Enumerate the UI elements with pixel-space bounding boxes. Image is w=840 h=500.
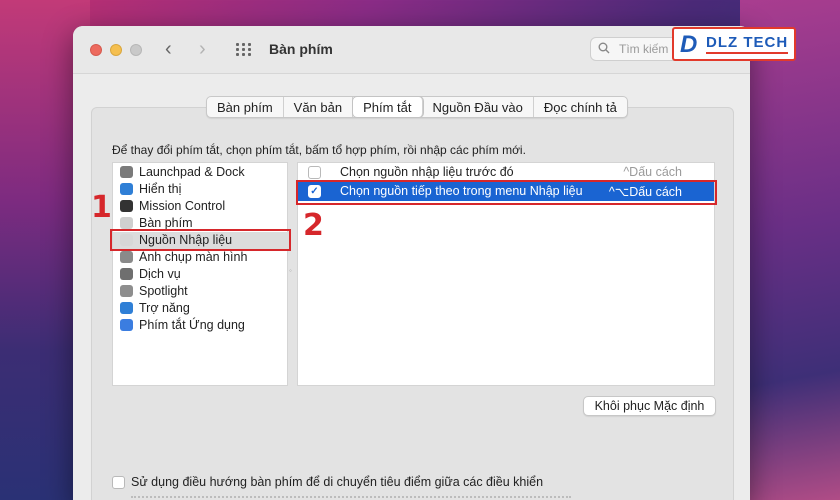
zoom-button[interactable] [130,44,142,56]
step-marker-1: 1 [91,190,112,225]
forward-chevron-icon[interactable]: › [199,39,206,59]
category-item[interactable]: Dịch vụ [113,266,289,283]
spotlight-icon [120,285,133,297]
shortcut-label: Chọn nguồn nhập liệu trước đó [340,165,514,179]
logo-underline [706,52,788,54]
keyboard-navigation-checkbox[interactable] [112,476,125,489]
category-label: Mission Control [139,199,226,213]
category-item[interactable]: Trợ năng [113,300,289,317]
minimize-button[interactable] [110,44,122,56]
screenshot-icon [120,251,133,263]
search-placeholder: Tìm kiếm [619,42,669,56]
category-item[interactable]: Phím tắt Ứng dụng [113,317,289,334]
close-button[interactable] [90,44,102,56]
logo-letter: D [680,31,698,58]
back-chevron-icon[interactable]: ‹ [165,39,172,59]
category-label: Phím tắt Ứng dụng [139,318,245,332]
tab-3[interactable]: Nguồn Đầu vào [423,97,534,117]
split-handle[interactable]: ◦ [289,266,292,275]
display-icon [120,183,133,195]
category-label: Dịch vụ [139,267,181,281]
category-label: Hiển thị [139,182,182,196]
tab-2[interactable]: Phím tắt [353,97,423,117]
category-label: Spotlight [139,284,188,298]
category-item[interactable]: Hiển thị [113,181,289,198]
category-label: Trợ năng [139,301,190,315]
restore-defaults-button[interactable]: Khôi phục Mặc định [583,396,716,416]
category-label: Ảnh chụp màn hình [139,250,248,264]
tab-bar: Bàn phím Văn bản Phím tắt Nguồn Đầu vào Đọc … [206,96,628,118]
step-marker-2: 2 [303,208,324,243]
tab-4[interactable]: Đọc chính tả [534,97,627,117]
category-item[interactable]: Spotlight [113,283,289,300]
category-label: Launchpad & Dock [139,165,245,179]
instruction-text: Để thay đổi phím tắt, chọn phím tắt, bấm… [112,143,526,157]
logo-text: DLZ TECH [706,34,789,51]
shortcut-checkbox[interactable] [308,166,321,179]
titlebar: ‹ › Bàn phím Tìm kiếm [73,26,750,74]
highlight-box-category [110,229,291,251]
shortcut-keys[interactable]: ^Dấu cách [623,165,682,179]
highlight-box-shortcut [296,180,717,205]
tab-1[interactable]: Văn bản [284,97,354,117]
category-label: Bàn phím [139,216,193,230]
truncated-text-line [131,496,571,500]
preferences-window: ‹ › Bàn phím Tìm kiếm Bàn phím Văn bản Phí… [73,26,750,500]
launchpad-icon [120,166,133,178]
wallpaper-right [740,0,840,500]
show-all-grid-icon[interactable] [236,43,253,57]
category-item[interactable]: Mission Control [113,198,289,215]
category-list: Launchpad & Dock Hiển thị Mission Control B… [112,162,289,386]
watermark-logo: D DLZ TECH [672,27,796,61]
category-item[interactable]: Launchpad & Dock [113,164,289,181]
app-shortcuts-icon [120,319,133,331]
services-icon [120,268,133,280]
window-title: Bàn phím [269,41,333,57]
tab-0[interactable]: Bàn phím [207,97,284,117]
keyboard-navigation-label: Sử dụng điều hướng bàn phím để di chuyển… [131,475,544,489]
search-icon [598,42,610,54]
keyboard-icon [120,217,133,229]
mission-control-icon [120,200,133,212]
category-item[interactable]: Ảnh chụp màn hình [113,249,289,266]
accessibility-icon [120,302,133,314]
